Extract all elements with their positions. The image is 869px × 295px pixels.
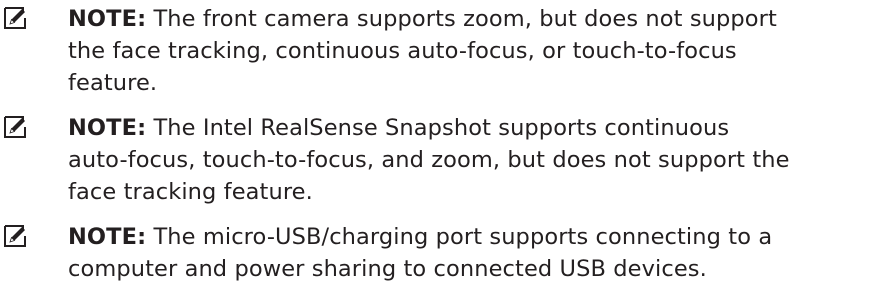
note-pencil-icon xyxy=(4,225,26,247)
note-label: NOTE: xyxy=(68,115,147,141)
note-pencil-icon xyxy=(4,7,26,29)
note-line: The front camera supports zoom, but does… xyxy=(146,6,777,32)
note-text: NOTE: The micro-USB/charging port suppor… xyxy=(68,221,868,285)
note-line: computer and power sharing to connected … xyxy=(68,256,707,282)
note-line: The micro-USB/charging port supports con… xyxy=(146,224,773,250)
note-pencil-icon xyxy=(4,116,26,138)
note-line: face tracking feature. xyxy=(68,179,313,205)
note-line: feature. xyxy=(68,70,158,96)
note-text: NOTE: The Intel RealSense Snapshot suppo… xyxy=(68,112,868,208)
note-label: NOTE: xyxy=(68,224,147,250)
note-line: auto-focus, touch-to-focus, and zoom, bu… xyxy=(68,147,790,173)
note-line: The Intel RealSense Snapshot supports co… xyxy=(146,115,730,141)
note-label: NOTE: xyxy=(68,6,147,32)
note-line: the face tracking, continuous auto-focus… xyxy=(68,38,737,64)
note-text: NOTE: The front camera supports zoom, bu… xyxy=(68,3,868,99)
